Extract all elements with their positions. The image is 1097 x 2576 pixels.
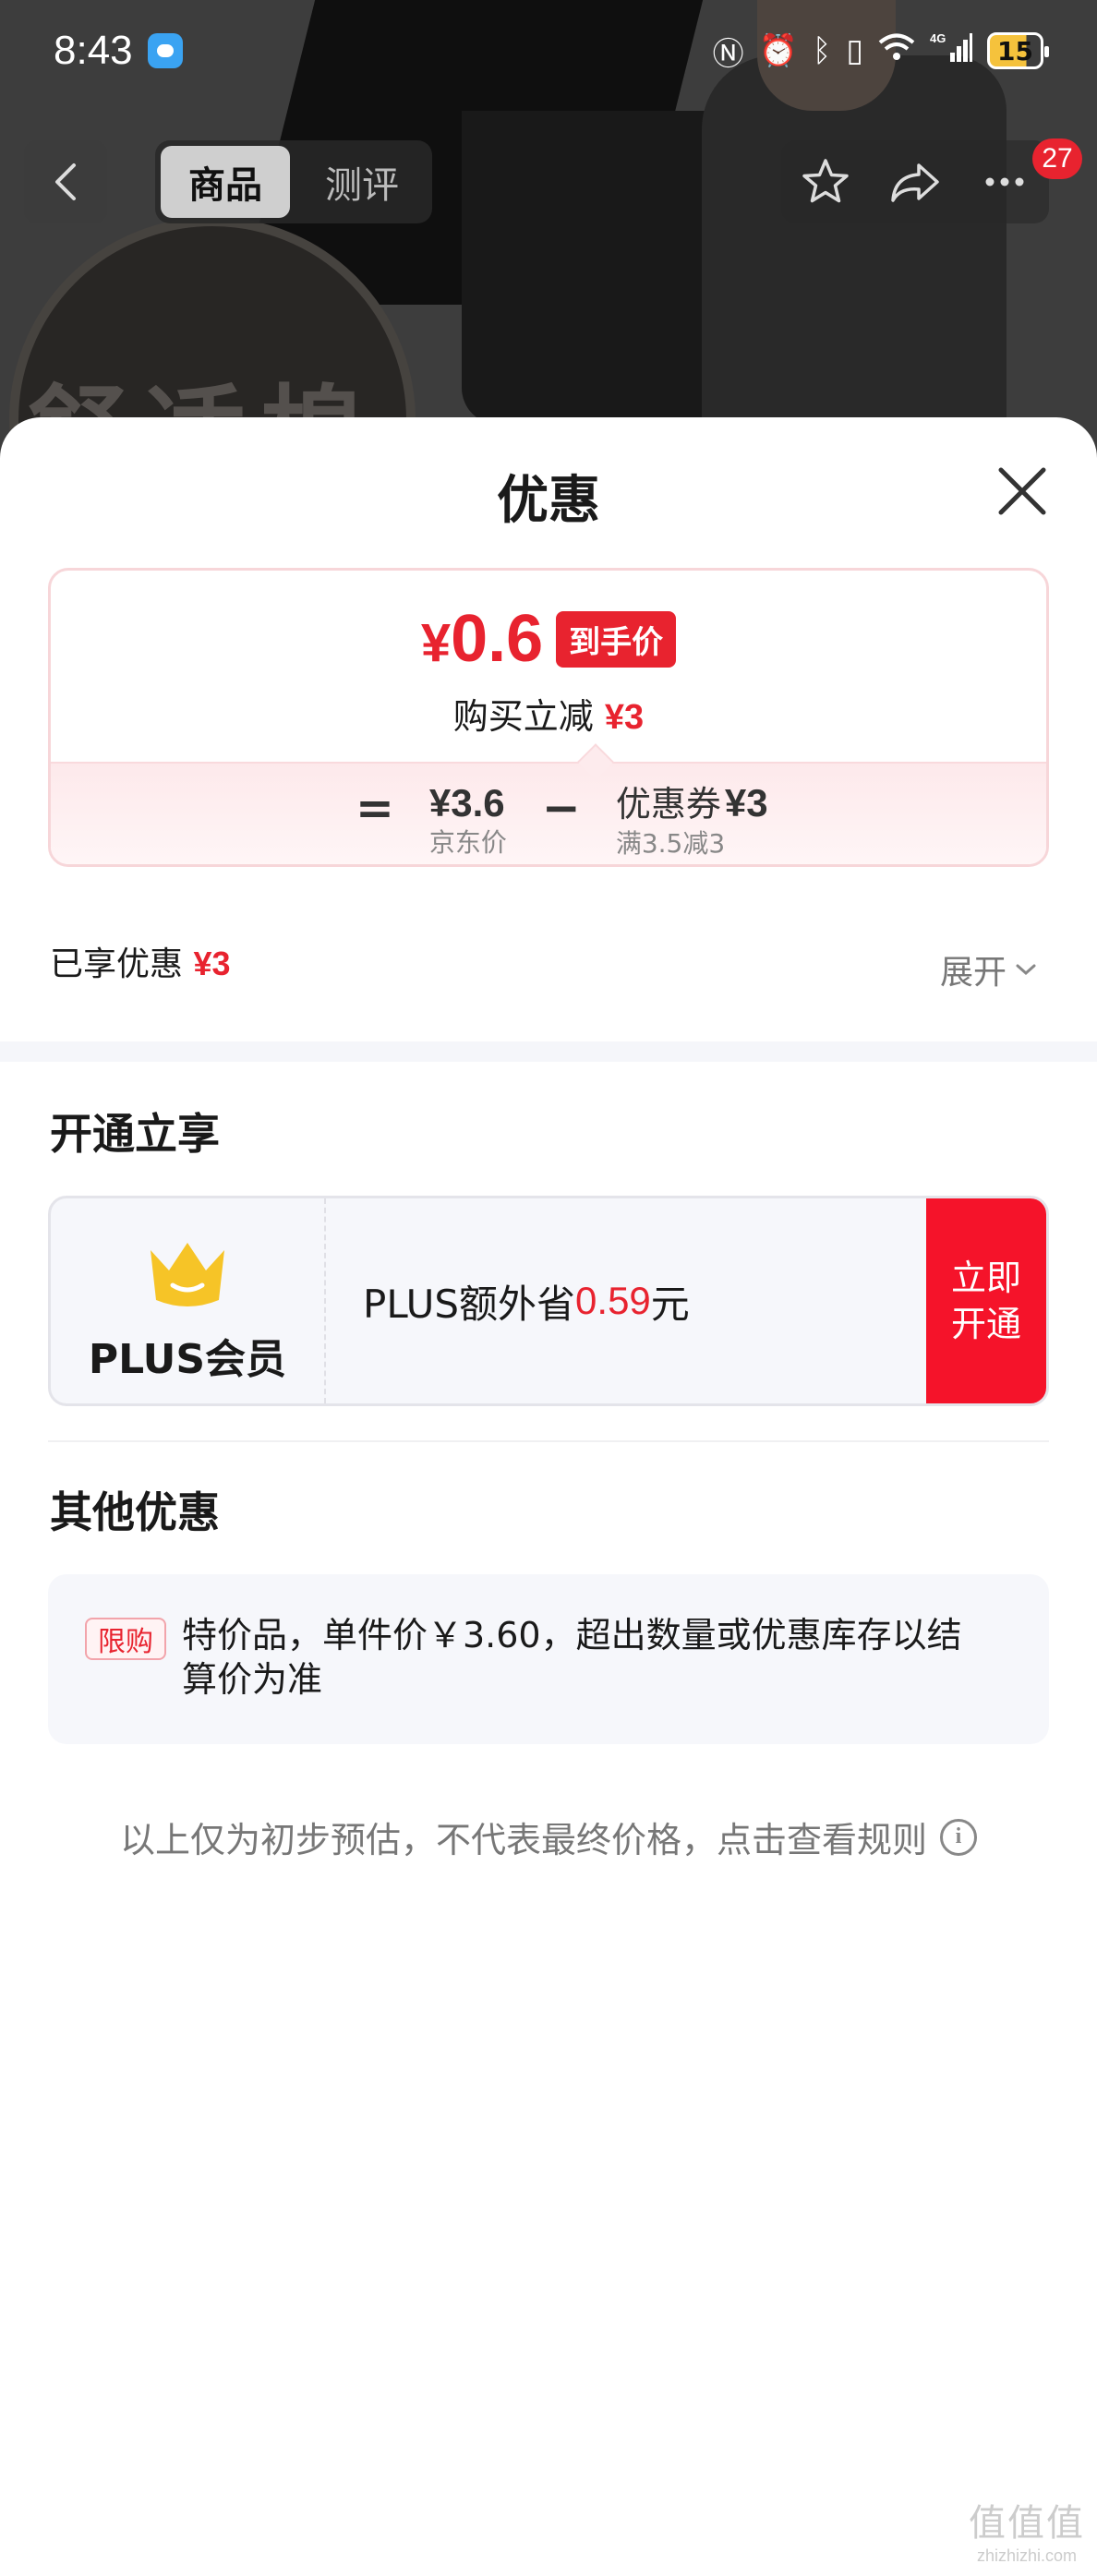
status-icons: Ⓝ ⏰ ᛒ ▯ 4G 15 <box>712 29 1049 74</box>
divider-line <box>48 1440 1049 1442</box>
coupon-line: 优惠券¥3 <box>616 780 768 827</box>
nav-tabs: 商品 测评 <box>155 140 432 223</box>
star-icon[interactable] <box>800 156 851 208</box>
share-icon[interactable] <box>887 156 943 208</box>
final-price-line: ¥0.6 到手价 <box>51 606 1046 672</box>
status-time: 8:43 <box>54 28 133 73</box>
discount-value: ¥3 <box>604 698 645 737</box>
section-divider <box>0 1041 1097 1062</box>
watermark: 值值值 zhizhizhi.com <box>962 2493 1091 2566</box>
enjoyed-value: ¥3 <box>193 945 231 982</box>
price-formula: = ¥3.6 京东价 − 优惠券¥3 满3.5减3 <box>356 780 768 861</box>
coupon-term: 优惠券¥3 满3.5减3 <box>616 780 768 861</box>
coupon-label: 优惠券 <box>615 784 721 825</box>
battery-level: 15 <box>997 35 1033 66</box>
message-notification-icon <box>147 33 183 68</box>
disclaimer-text: 以上仅为初步预估，不代表最终价格，点击查看规则 <box>119 1820 927 1860</box>
nfc-icon: Ⓝ <box>712 35 744 73</box>
message-count-badge: 27 <box>1032 138 1082 179</box>
plus-desc-value: 0.59 <box>575 1279 651 1322</box>
plus-desc-prefix: PLUS额外省 <box>363 1281 576 1327</box>
chevron-down-icon <box>1016 964 1036 976</box>
base-price-term: ¥3.6 京东价 <box>429 780 507 860</box>
crown-icon <box>151 1243 224 1306</box>
other-section-title: 其他优惠 <box>50 1487 220 1537</box>
equals-sign: = <box>356 781 394 835</box>
wifi-icon <box>878 32 915 70</box>
price-disclaimer[interactable]: 以上仅为初步预估，不代表最终价格，点击查看规则 i <box>0 1812 1097 1862</box>
cellular-signal-icon: 4G <box>930 30 973 72</box>
final-price: ¥0.6 <box>421 606 543 672</box>
discount-bottom-sheet: 优惠 ¥0.6 到手价 购买立减 ¥3 = ¥3.6 京东价 − 优惠券¥3 满… <box>0 417 1097 2576</box>
vibrate-icon: ▯ <box>846 32 864 69</box>
base-price-value: ¥3.6 <box>428 781 505 825</box>
info-icon[interactable]: i <box>940 1818 977 1856</box>
final-price-area: ¥0.6 到手价 购买立减 ¥3 <box>51 571 1046 762</box>
coupon-value: ¥3 <box>724 781 768 825</box>
bluetooth-icon: ᛒ <box>812 32 832 69</box>
sheet-title: 优惠 <box>497 471 600 531</box>
nav-actions <box>781 140 1049 223</box>
final-price-tag: 到手价 <box>556 610 677 668</box>
plus-member-card[interactable]: PLUS会员 PLUS额外省 0.59 元 立即开通 <box>48 1196 1049 1406</box>
tab-product[interactable]: 商品 <box>161 146 290 218</box>
price-formula-area: = ¥3.6 京东价 − 优惠券¥3 满3.5减3 <box>51 762 1046 864</box>
watermark-url: zhizhizhi.com <box>976 2546 1078 2565</box>
purchase-limit-tag: 限购 <box>85 1618 166 1660</box>
other-discount-card: 限购 特价品，单件价￥3.60，超出数量或优惠库存以结算价为准 <box>48 1574 1049 1744</box>
battery-icon: 15 <box>987 32 1049 69</box>
watermark-logo: 值值值 <box>969 2502 1085 2545</box>
alarm-icon: ⏰ <box>758 32 798 69</box>
plus-desc-suffix: 元 <box>650 1281 690 1327</box>
tab-review[interactable]: 测评 <box>297 146 427 218</box>
open-plus-button[interactable]: 立即开通 <box>926 1198 1046 1403</box>
plus-member-name: PLUS会员 <box>88 1336 287 1383</box>
close-icon[interactable] <box>992 461 1053 522</box>
final-price-value: 0.6 <box>451 602 544 676</box>
base-price-desc: 京东价 <box>428 827 507 858</box>
back-button[interactable] <box>24 140 107 223</box>
price-breakdown-card: ¥0.6 到手价 购买立减 ¥3 = ¥3.6 京东价 − 优惠券¥3 满3.5… <box>48 568 1049 867</box>
status-bar: 8:43 Ⓝ ⏰ ᛒ ▯ 4G 15 <box>0 0 1097 102</box>
plus-member-badge: PLUS会员 <box>51 1198 326 1403</box>
svg-text:4G: 4G <box>930 31 946 45</box>
back-icon <box>55 163 76 200</box>
discount-summary: 购买立减 ¥3 <box>51 688 1046 739</box>
enjoyed-discount: 已享优惠 ¥3 <box>50 937 231 985</box>
other-discount-text: 特价品，单件价￥3.60，超出数量或优惠库存以结算价为准 <box>182 1615 962 1700</box>
expand-button[interactable]: 展开 <box>940 945 1038 993</box>
enjoyed-label: 已享优惠 <box>50 945 184 983</box>
member-section-title: 开通立享 <box>50 1109 220 1159</box>
expand-label: 展开 <box>940 954 1007 992</box>
coupon-desc: 满3.5减3 <box>615 828 726 859</box>
plus-savings-desc: PLUS额外省 0.59 元 <box>326 1198 926 1403</box>
more-icon[interactable] <box>979 156 1031 208</box>
currency-symbol: ¥ <box>420 613 452 673</box>
discount-label: 购买立减 <box>452 696 594 737</box>
minus-sign: − <box>541 781 581 835</box>
